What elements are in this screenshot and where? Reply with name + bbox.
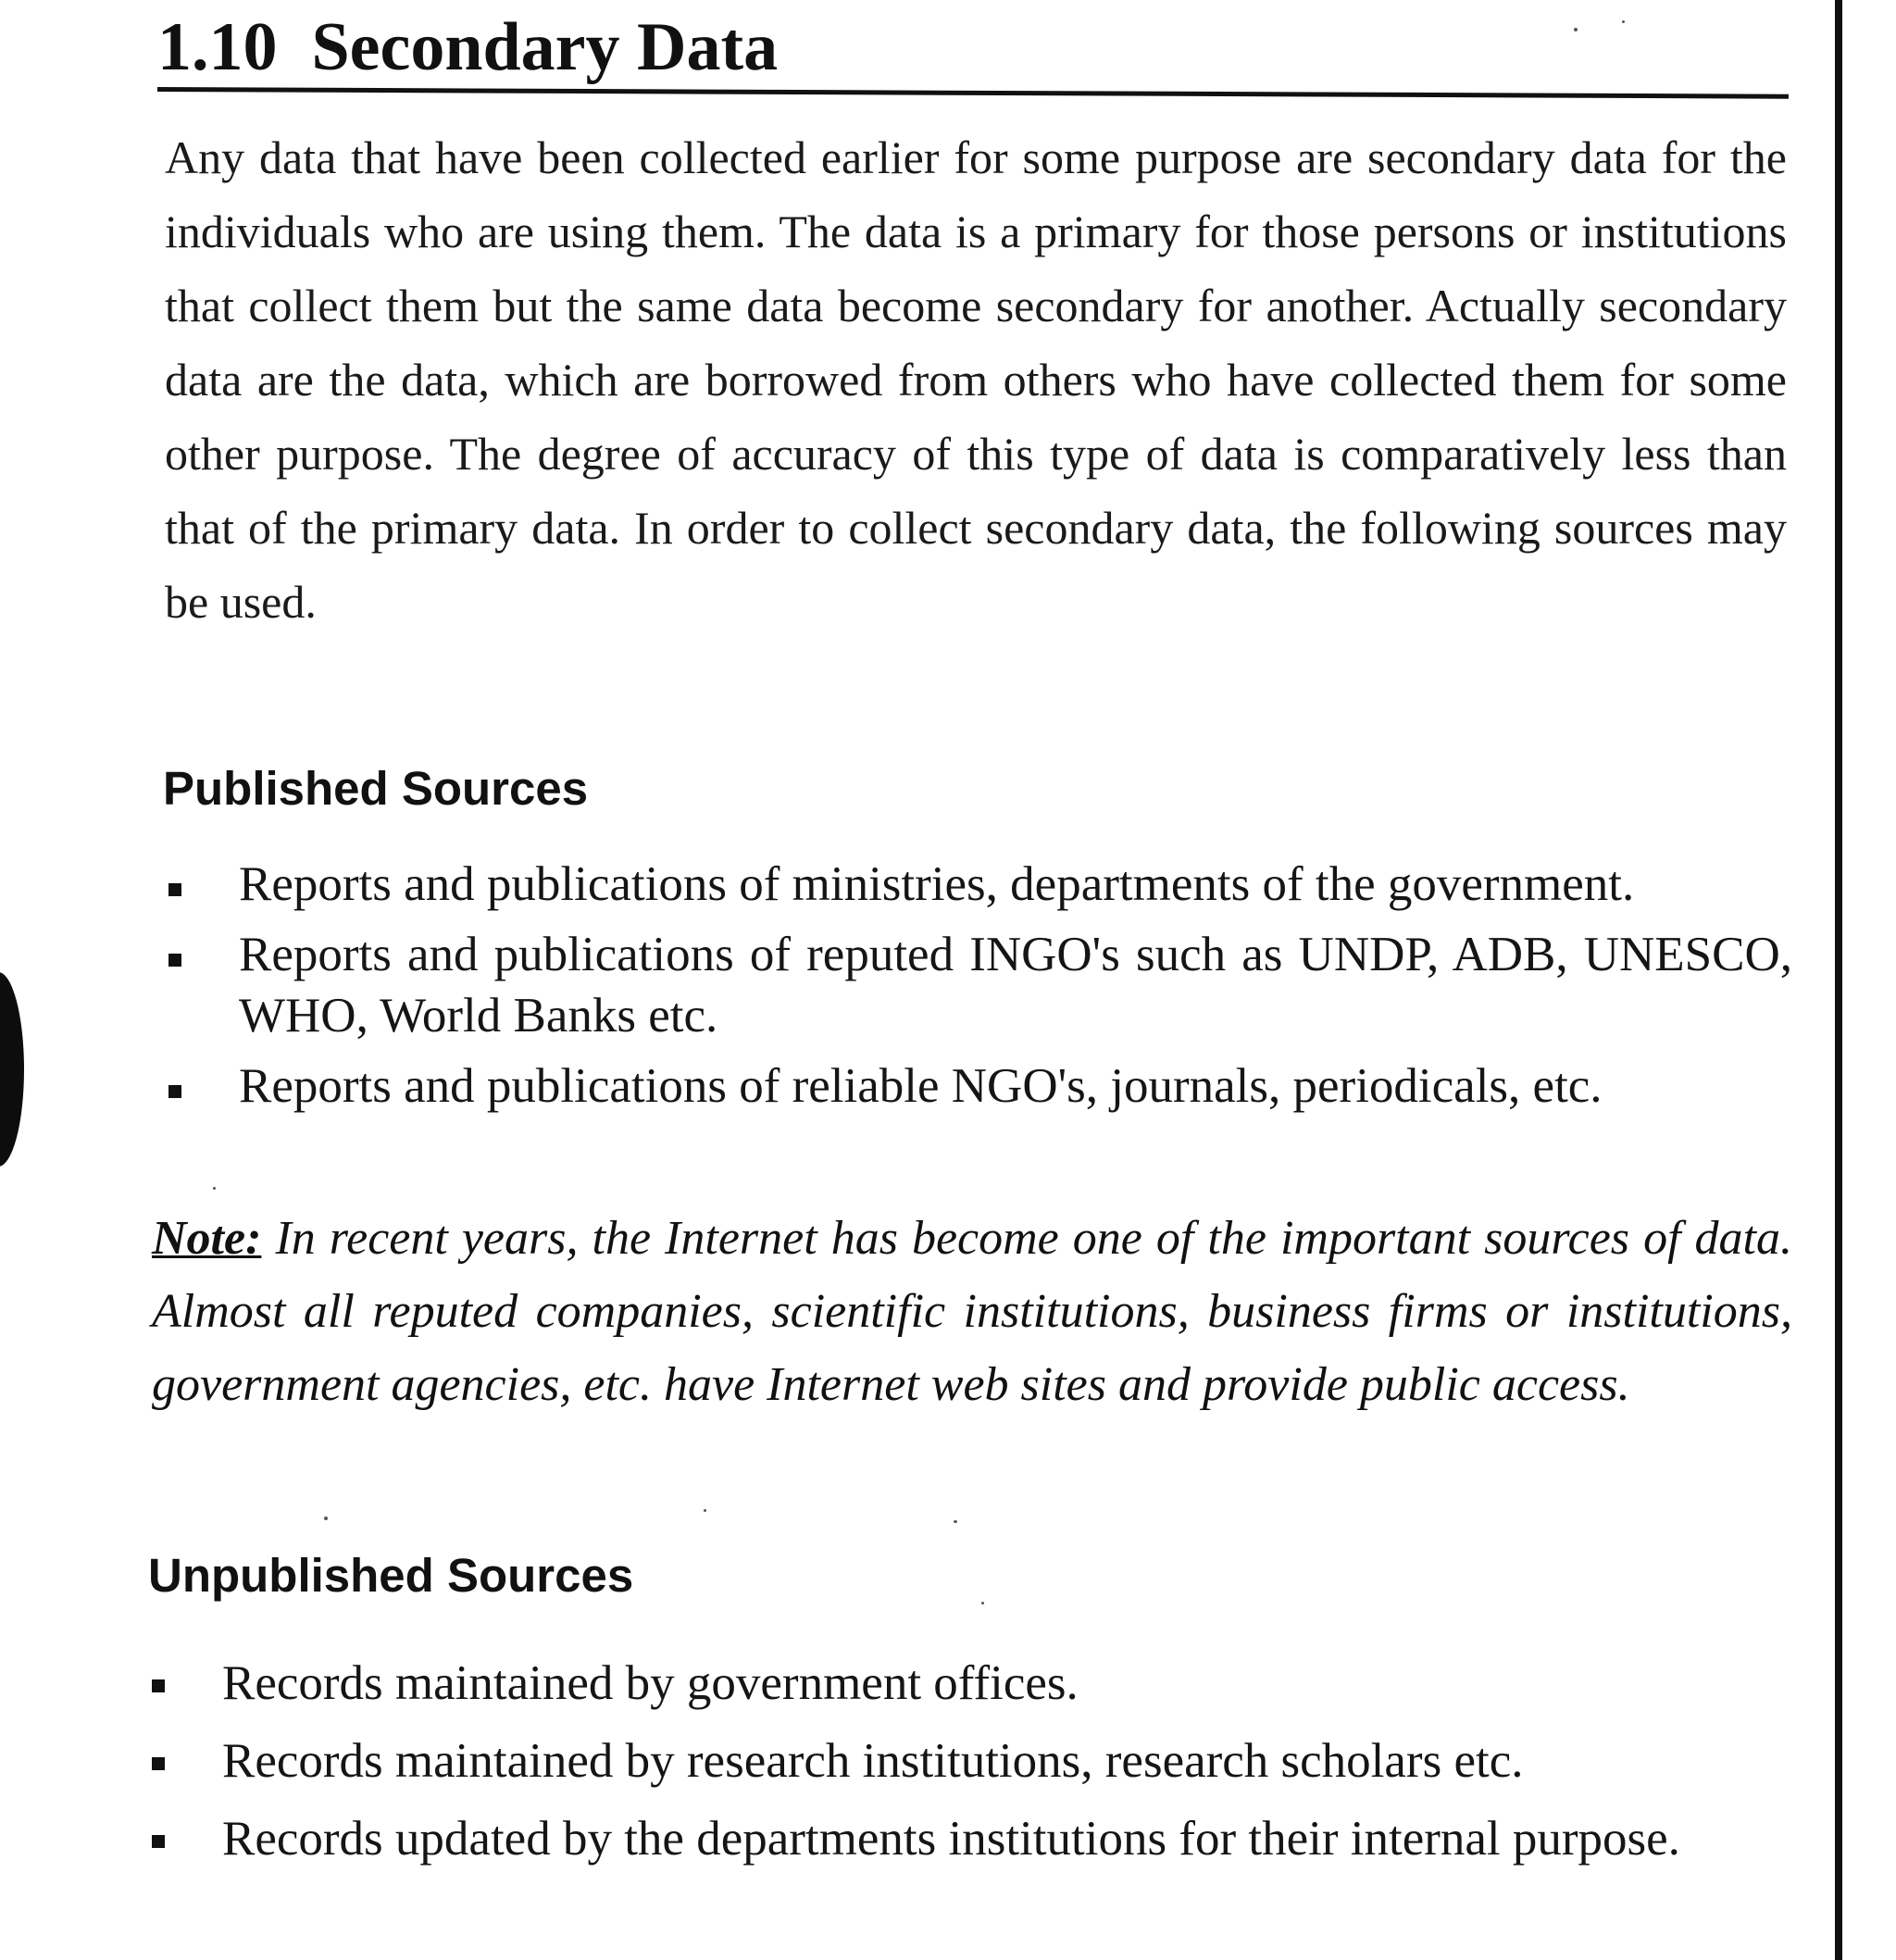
list-item-text: Records maintained by research instituti… — [222, 1734, 1524, 1788]
scan-speck — [1574, 28, 1578, 31]
list-item-text: Records maintained by government offices… — [222, 1656, 1079, 1710]
section-number: 1.10 — [157, 9, 278, 85]
scanned-page: 1.10 Secondary Data Any data that have b… — [0, 0, 1896, 1960]
bullet-icon — [152, 1679, 165, 1692]
list-item: Reports and publications of reliable NGO… — [165, 1055, 1792, 1117]
unpublished-sources-list: Records maintained by government offices… — [148, 1646, 1787, 1879]
note-label: Note: — [152, 1212, 262, 1265]
bullet-icon — [168, 883, 181, 896]
section-title: 1.10 Secondary Data — [157, 7, 1787, 87]
unpublished-sources-heading: Unpublished Sources — [148, 1549, 634, 1602]
scan-speck — [324, 1517, 328, 1520]
list-item-text: Reports and publications of reliable NGO… — [239, 1059, 1603, 1113]
list-item: Reports and publications of ministries, … — [165, 854, 1792, 915]
list-item-text: Reports and publications of reputed INGO… — [239, 928, 1792, 1042]
list-item-text: Reports and publications of ministries, … — [239, 857, 1635, 911]
note-paragraph: Note: In recent years, the Internet has … — [152, 1202, 1792, 1421]
list-item: Records updated by the departments insti… — [148, 1802, 1787, 1876]
scan-speck — [213, 1187, 216, 1190]
list-item: Reports and publications of reputed INGO… — [165, 924, 1792, 1046]
published-sources-heading: Published Sources — [163, 762, 589, 815]
list-item-text: Records updated by the departments insti… — [222, 1812, 1680, 1866]
bullet-icon — [152, 1757, 165, 1770]
scan-speck — [704, 1509, 706, 1512]
bullet-icon — [152, 1835, 165, 1848]
section-heading: 1.10 Secondary Data — [157, 7, 1787, 87]
title-underline — [156, 87, 1789, 99]
bullet-icon — [168, 1085, 181, 1098]
bullet-icon — [168, 954, 181, 967]
list-item: Records maintained by research instituti… — [148, 1724, 1787, 1798]
list-item: Records maintained by government offices… — [148, 1646, 1787, 1720]
page-edge-border — [1835, 0, 1842, 1960]
note-text: In recent years, the Internet has become… — [152, 1212, 1793, 1411]
section-title-text: Secondary Data — [311, 9, 779, 85]
intro-paragraph: Any data that have been collected earlie… — [165, 131, 1787, 628]
binding-shadow — [0, 972, 24, 1167]
scan-speck — [981, 1602, 984, 1604]
scan-speck — [1622, 20, 1625, 23]
scan-speck — [954, 1520, 957, 1523]
published-sources-list: Reports and publications of ministries, … — [165, 854, 1792, 1126]
